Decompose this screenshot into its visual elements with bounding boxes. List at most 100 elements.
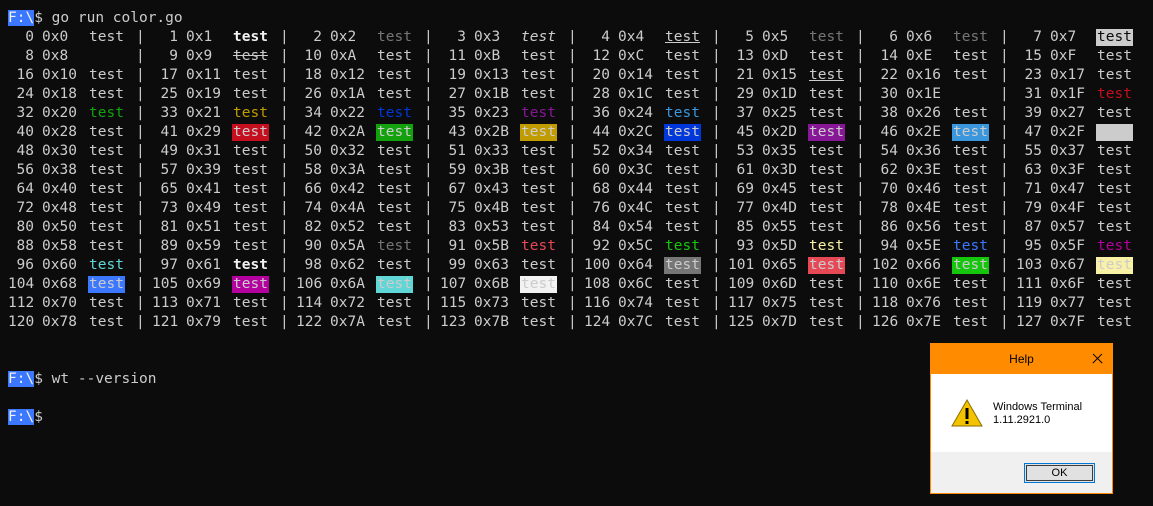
column-separator: | <box>856 200 865 216</box>
cell-number: 48 <box>16 143 34 159</box>
cell-number: 79 <box>1024 200 1042 216</box>
color-cell: 57 0x39 <box>152 161 221 180</box>
color-cell: 39 0x27 <box>1016 104 1085 123</box>
cell-number: 44 <box>592 124 610 140</box>
cell-hex: 0x0 <box>42 29 69 45</box>
cell-number: 97 <box>160 257 178 273</box>
cell-number: 41 <box>160 124 178 140</box>
cell-sample: test <box>809 314 844 330</box>
column-separator: | <box>136 219 145 235</box>
cell-number: 99 <box>448 257 466 273</box>
cell-sample: test <box>664 257 701 274</box>
cell-sample: test <box>953 219 988 235</box>
cell-hex: 0x18 <box>42 86 77 102</box>
color-cell: 20 0x14 <box>584 66 653 85</box>
column-separator: | <box>1000 124 1009 140</box>
cell-number: 72 <box>16 200 34 216</box>
color-cell: 127 0x7F <box>1016 313 1085 332</box>
cell-sample: test <box>1096 29 1133 46</box>
cell-number: 2 <box>313 29 322 45</box>
cell-number: 87 <box>1024 219 1042 235</box>
cell-hex: 0x69 <box>186 276 221 292</box>
terminal[interactable]: F:\$ go run color.go 0 0x0 test | 1 0x1 test | 2… <box>8 9 1133 427</box>
ok-button[interactable]: OK <box>1024 463 1095 483</box>
cell-sample: test <box>521 143 556 159</box>
color-cell: 41 0x29 <box>152 123 221 142</box>
cell-number: 42 <box>304 124 322 140</box>
column-separator: | <box>712 295 721 311</box>
cell-number: 62 <box>880 162 898 178</box>
cell-sample: test <box>521 295 556 311</box>
cell-sample: test <box>809 238 844 254</box>
column-separator: | <box>280 105 289 121</box>
color-cell: 88 0x58 <box>8 237 77 256</box>
cell-number: 118 <box>872 295 899 311</box>
cell-number: 80 <box>16 219 34 235</box>
cell-number: 68 <box>592 181 610 197</box>
column-separator: | <box>424 238 433 254</box>
color-cell: 53 0x35 <box>728 142 797 161</box>
cell-number: 66 <box>304 181 322 197</box>
cell-number: 50 <box>304 143 322 159</box>
dialog-titlebar: Help <box>931 344 1112 374</box>
cell-number: 39 <box>1024 105 1042 121</box>
table-row: 120 0x78 test | 121 0x79 test | 122 0x7A test | 123 0… <box>8 313 1132 332</box>
column-separator: | <box>280 295 289 311</box>
column-separator: | <box>856 143 865 159</box>
column-separator: | <box>712 67 721 83</box>
color-cell: 77 0x4D <box>728 199 797 218</box>
cell-sample: test <box>233 200 268 216</box>
cell-hex: 0x11 <box>186 67 221 83</box>
cell-sample: test <box>521 238 556 254</box>
cell-hex: 0x5 <box>762 29 789 45</box>
column-separator: | <box>856 276 865 292</box>
column-separator: | <box>568 29 577 45</box>
column-separator: | <box>136 124 145 140</box>
prompt-drive: F:\ <box>8 409 35 425</box>
cell-hex: 0x3E <box>906 162 941 178</box>
cell-sample: test <box>953 48 988 64</box>
color-cell: 123 0x7B <box>440 313 509 332</box>
close-icon[interactable] <box>1082 344 1112 374</box>
cell-sample: test <box>1096 124 1133 141</box>
color-cell: 75 0x4B <box>440 199 509 218</box>
color-cell: 56 0x38 <box>8 161 77 180</box>
column-separator: | <box>136 238 145 254</box>
column-separator: | <box>856 219 865 235</box>
color-cell: 4 0x4 <box>584 28 644 47</box>
cell-number: 73 <box>160 200 178 216</box>
cell-number: 76 <box>592 200 610 216</box>
column-separator: | <box>712 219 721 235</box>
cell-number: 88 <box>16 238 34 254</box>
column-separator: | <box>136 48 145 64</box>
cell-number: 64 <box>16 181 34 197</box>
cell-sample <box>88 48 90 65</box>
cell-number: 51 <box>448 143 466 159</box>
cell-number: 120 <box>8 314 35 330</box>
cell-sample: test <box>89 200 124 216</box>
cell-sample: test <box>665 295 700 311</box>
cell-hex: 0xD <box>762 48 789 64</box>
table-row: 96 0x60 test | 97 0x61 test | 98 0x62 test | 99 0x63 t… <box>8 256 1133 275</box>
cell-hex: 0x2D <box>762 124 797 140</box>
color-cell: 21 0x15 <box>728 66 797 85</box>
color-cell: 48 0x30 <box>8 142 77 161</box>
cell-sample: test <box>521 219 556 235</box>
cell-sample: test <box>232 276 269 293</box>
cell-number: 12 <box>592 48 610 64</box>
color-cell: 9 0x9 <box>152 47 212 66</box>
cell-hex: 0x74 <box>618 295 653 311</box>
cell-hex: 0x1C <box>618 86 653 102</box>
table-row: 112 0x70 test | 113 0x71 test | 114 0x72 test | 115 0… <box>8 294 1132 313</box>
cell-number: 11 <box>448 48 466 64</box>
column-separator: | <box>712 162 721 178</box>
cell-hex: 0x3 <box>474 29 501 45</box>
cell-hex: 0x3C <box>618 162 653 178</box>
color-cell: 89 0x59 <box>152 237 221 256</box>
color-cell: 10 0xA <box>296 47 357 66</box>
color-cell: 116 0x74 <box>584 294 653 313</box>
column-separator: | <box>568 314 577 330</box>
column-separator: | <box>280 219 289 235</box>
cell-hex: 0x7F <box>1050 314 1085 330</box>
command-line-3[interactable]: F:\$ <box>8 408 183 427</box>
